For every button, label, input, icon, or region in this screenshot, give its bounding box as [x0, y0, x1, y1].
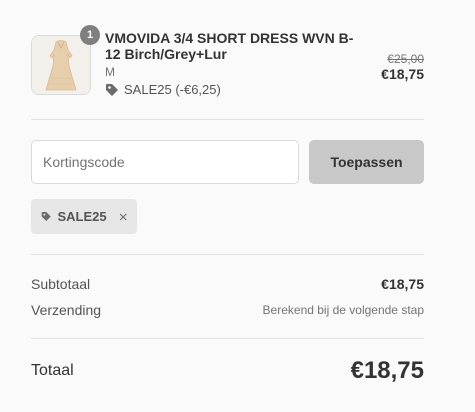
shipping-label: Verzending — [31, 302, 102, 318]
total-label: Totaal — [31, 362, 74, 379]
subtotal-label: Subtotaal — [31, 276, 91, 292]
discount-code-input[interactable] — [31, 140, 299, 184]
product-variant: M — [105, 65, 115, 79]
divider — [31, 119, 424, 120]
shipping-value: Berekend bij de volgende stap — [262, 303, 424, 317]
divider — [31, 338, 424, 339]
tag-icon — [41, 212, 51, 221]
total-row: Totaal €18,75 — [31, 357, 424, 385]
shipping-row: Verzending Berekend bij de volgende stap — [31, 302, 424, 318]
line-discount: SALE25 (-€6,25) — [105, 82, 365, 98]
tag-icon — [106, 84, 118, 96]
divider — [31, 254, 424, 255]
subtotal-value: €18,75 — [381, 276, 424, 292]
product-prices: €25,00 €18,75 — [381, 52, 424, 83]
order-line-item: 1 VMOVIDA 3/4 SHORT DRESS WVN B-12 Birch… — [31, 25, 424, 102]
line-discount-label: SALE25 (-€6,25) — [124, 82, 221, 97]
current-price: €18,75 — [381, 66, 424, 82]
total-value: €18,75 — [350, 357, 424, 384]
original-price: €25,00 — [387, 52, 424, 66]
product-info: VMOVIDA 3/4 SHORT DRESS WVN B-12 Birch/G… — [105, 30, 365, 98]
apply-discount-button[interactable]: Toepassen — [309, 140, 424, 184]
applied-discount-code: SALE25 — [57, 209, 107, 224]
product-title: VMOVIDA 3/4 SHORT DRESS WVN B-12 Birch/G… — [105, 30, 354, 62]
quantity-badge: 1 — [80, 25, 100, 45]
applied-discount-tag: SALE25 — [31, 199, 137, 234]
subtotal-row: Subtotaal €18,75 — [31, 276, 424, 292]
dress-image — [32, 36, 90, 94]
product-thumbnail — [31, 35, 91, 95]
close-icon[interactable] — [119, 211, 127, 223]
